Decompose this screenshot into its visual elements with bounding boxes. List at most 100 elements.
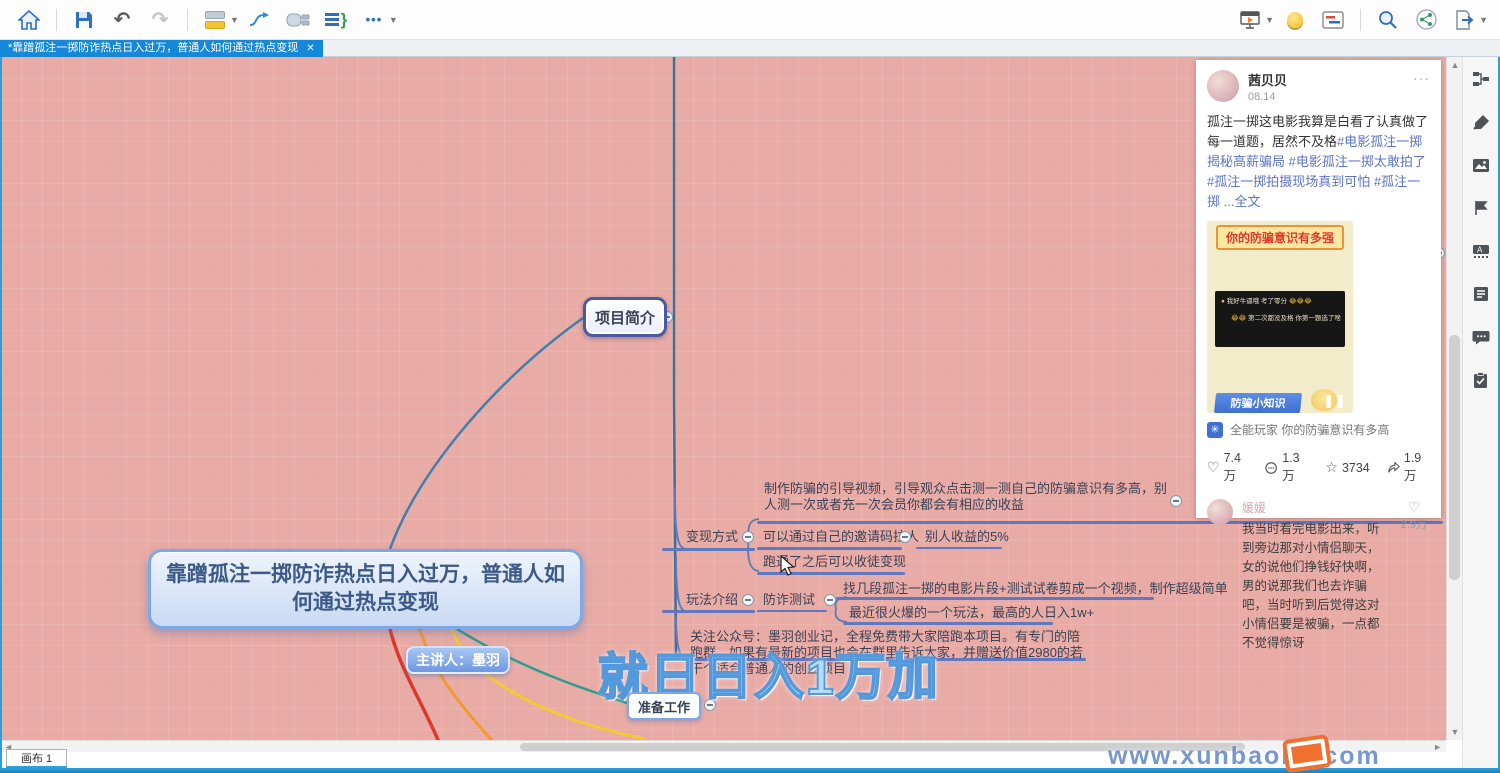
- svg-text:A: A: [1477, 246, 1483, 255]
- image-icon[interactable]: [1471, 155, 1491, 175]
- topic-monetize[interactable]: 变现方式: [686, 529, 738, 545]
- toolbar-separator: [1360, 9, 1361, 31]
- export-icon: [1454, 10, 1475, 30]
- branch-line: [843, 622, 1053, 625]
- project-intro-node[interactable]: 项目简介: [583, 297, 667, 337]
- video-ribbon-text: 防骗小知识: [1214, 393, 1302, 413]
- more-tools-dropdown[interactable]: ▼: [389, 15, 398, 25]
- pause-icon: ❚❚: [1323, 393, 1347, 409]
- lightbulb-icon: [1287, 12, 1303, 28]
- app-badge-icon: ✳: [1207, 422, 1223, 438]
- comment-author-name: 媛媛: [1242, 499, 1389, 516]
- document-tab-bar: *靠蹭孤注一掷防诈热点日入过万，普通人如何通过热点变现 ✕: [0, 40, 1500, 57]
- central-topic-node[interactable]: 靠蹭孤注一掷防诈热点日入过万，普通人如何通过热点变现: [148, 549, 583, 629]
- share-stat: 1.9万: [1387, 451, 1430, 484]
- task-clipboard-icon[interactable]: [1471, 370, 1491, 390]
- comment-heart-icon: ♡: [1398, 499, 1430, 516]
- presentation-dropdown[interactable]: ▼: [1265, 15, 1274, 25]
- weibo-post-panel[interactable]: 茜贝贝 08.14 ··· 孤注一掷这电影我算是白看了认真做了每一道题，居然不及…: [1196, 60, 1441, 518]
- collapse-button[interactable]: [899, 531, 911, 543]
- scroll-down-icon[interactable]: ▼: [1447, 727, 1463, 737]
- relationship-button[interactable]: [245, 5, 275, 35]
- label-icon[interactable]: A: [1471, 241, 1491, 261]
- post-body: 孤注一掷这电影我算是白看了认真做了每一道题，居然不及格#电影孤注一掷揭秘高薪骗局…: [1207, 112, 1430, 212]
- collapse-button[interactable]: [742, 531, 754, 543]
- share-icon: [1416, 9, 1437, 30]
- vertical-scroll-thumb[interactable]: [1449, 335, 1460, 580]
- canvas-sheet-tab[interactable]: 画布 1: [6, 749, 67, 768]
- right-panel-sidebar: A: [1462, 57, 1498, 768]
- window-border-left: [0, 57, 2, 768]
- style-brush-icon[interactable]: [1471, 112, 1491, 132]
- export-dropdown[interactable]: ▼: [1479, 15, 1488, 25]
- home-icon: [18, 10, 40, 30]
- relationship-icon: [248, 11, 272, 29]
- post-more-link: ...全文: [1224, 194, 1261, 209]
- branch-line: [757, 547, 902, 550]
- comment-count: 1.3万: [1282, 451, 1308, 484]
- topic-style-dropdown[interactable]: ▼: [230, 15, 239, 25]
- topic-hot-play[interactable]: 最近很火爆的一个玩法，最高的人日入1w+: [849, 605, 1094, 621]
- close-tab-icon[interactable]: ✕: [306, 40, 314, 57]
- flag-icon[interactable]: [1471, 198, 1491, 218]
- prep-work-node[interactable]: 准备工作: [627, 692, 701, 720]
- share-count: 1.9万: [1404, 451, 1430, 484]
- comment-like: ♡ 2.9万: [1398, 499, 1430, 653]
- topic-fraud-test[interactable]: 防诈测试: [763, 592, 815, 608]
- branch-line: [836, 597, 1154, 600]
- heart-icon: ♡: [1207, 459, 1220, 476]
- collapse-button[interactable]: [824, 594, 836, 606]
- undo-icon: ↶: [114, 10, 131, 30]
- scroll-up-icon[interactable]: ▲: [1447, 60, 1463, 70]
- post-author-name: 茜贝贝: [1248, 70, 1287, 89]
- video-caption-row: ✳ 全能玩家 你的防骗意识有多高: [1207, 421, 1430, 438]
- video-comment-screenshot: ● 我好牛逼哦 考了零分 😂😂😂 😂😂 第二次都没及格 你第一题选了啥: [1215, 291, 1345, 347]
- watermark-text: www.xunbaoku.com: [1108, 742, 1381, 771]
- notes-icon[interactable]: [1471, 284, 1491, 304]
- topic-invite-benefit[interactable]: 别人收益的5%: [925, 529, 1009, 545]
- post-menu-icon: ···: [1413, 70, 1430, 86]
- vertical-scrollbar[interactable]: ▲ ▼: [1446, 57, 1462, 740]
- post-comment: 媛媛 我当时看完电影出来，听到旁边那对小情侣聊天，女的说他们挣钱好快啊，男的说那…: [1207, 499, 1430, 653]
- post-stats-row: ♡ 7.4万 1.3万 ☆ 3734: [1207, 451, 1430, 484]
- presentation-button[interactable]: [1235, 5, 1265, 35]
- outline-button[interactable]: }: [321, 5, 351, 35]
- comment-stat: 1.3万: [1265, 451, 1308, 484]
- boundary-button[interactable]: [283, 5, 313, 35]
- collapse-button[interactable]: [742, 594, 754, 606]
- search-button[interactable]: [1373, 5, 1403, 35]
- collapse-button[interactable]: [1170, 495, 1182, 507]
- post-author-avatar: [1207, 70, 1239, 102]
- save-icon: [74, 10, 94, 30]
- save-button[interactable]: [69, 5, 99, 35]
- more-tools-button[interactable]: •••: [359, 5, 389, 35]
- export-button[interactable]: [1449, 5, 1479, 35]
- home-button[interactable]: [14, 5, 44, 35]
- mindmap-canvas[interactable]: 制作防骗的引导视频，引导观众点击测一测自己的防骗意识有多高，别人测一次或者充一次…: [0, 57, 1446, 740]
- speaker-node[interactable]: 主讲人：墨羽: [406, 646, 510, 674]
- presentation-icon: [1239, 10, 1261, 30]
- comment-bubble-icon[interactable]: [1471, 327, 1491, 347]
- topic-movie-clip[interactable]: 找几段孤注一掷的电影片段+测试试卷剪成一个视频，制作超级简单: [843, 581, 1228, 597]
- like-stat: ♡ 7.4万: [1207, 451, 1248, 484]
- document-tab-title: *靠蹭孤注一掷防诈热点日入过万，普通人如何通过热点变现: [8, 40, 298, 57]
- topic-gameplay[interactable]: 玩法介绍: [686, 592, 738, 608]
- note-window-icon: [1322, 11, 1344, 29]
- document-tab[interactable]: *靠蹭孤注一掷防诈热点日入过万，普通人如何通过热点变现 ✕: [0, 40, 323, 57]
- post-date: 08.14: [1248, 91, 1287, 103]
- topic-style-button[interactable]: [200, 5, 230, 35]
- toolbar-separator: [187, 9, 188, 31]
- idea-button[interactable]: [1280, 5, 1310, 35]
- note-window-button[interactable]: [1318, 5, 1348, 35]
- undo-button[interactable]: ↶: [107, 5, 137, 35]
- favorite-count: 3734: [1342, 461, 1370, 475]
- topic-video-note[interactable]: 制作防骗的引导视频，引导观众点击测一测自己的防骗意识有多高，别人测一次或者充一次…: [764, 481, 1176, 513]
- canvas-sheet-label: 画布 1: [21, 750, 52, 766]
- main-toolbar: ↶ ↷ ▼: [0, 0, 1500, 40]
- share-button[interactable]: [1411, 5, 1441, 35]
- topic-invite-code[interactable]: 可以通过自己的邀请码拉人: [763, 529, 919, 545]
- comment-like-count: 2.9万: [1398, 516, 1430, 532]
- post-video-thumbnail: 你的防骗意识有多强 ● 我好牛逼哦 考了零分 😂😂😂 😂😂 第二次都没及格 你第…: [1207, 221, 1353, 413]
- structure-icon[interactable]: [1471, 69, 1491, 89]
- redo-button[interactable]: ↷: [145, 5, 175, 35]
